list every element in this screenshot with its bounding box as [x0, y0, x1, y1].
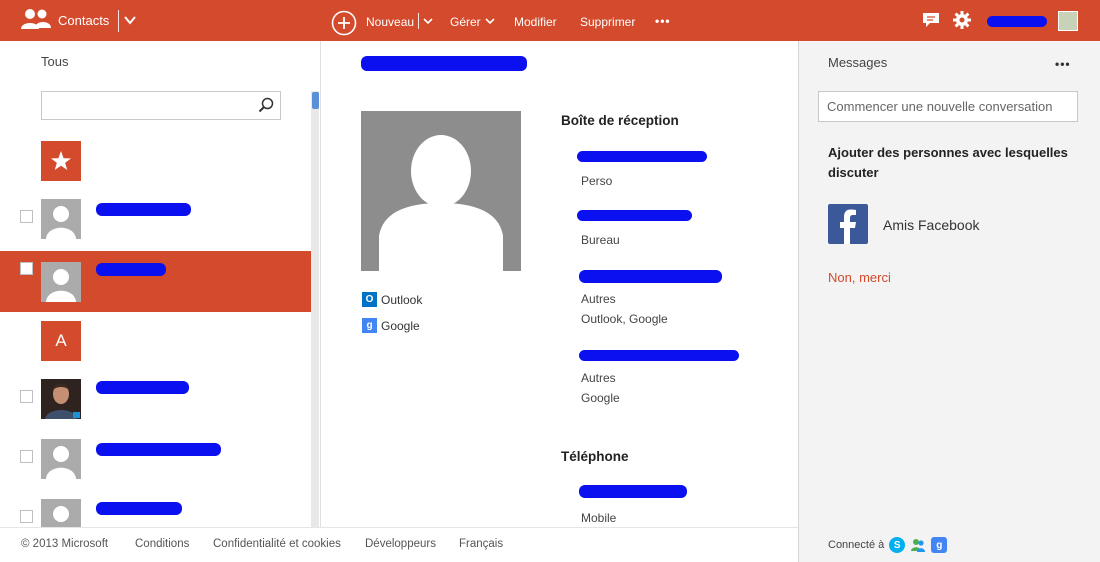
redacted-contact-title: [361, 56, 527, 71]
outlook-icon: O: [362, 292, 377, 307]
google-icon[interactable]: g: [931, 537, 948, 553]
avatar: [41, 439, 81, 479]
search-icon[interactable]: [258, 97, 274, 113]
checkbox[interactable]: [20, 210, 33, 223]
chevron-down-icon[interactable]: [123, 13, 137, 27]
ellipsis-icon[interactable]: •••: [1055, 57, 1071, 71]
scrollbar-thumb[interactable]: [312, 92, 319, 109]
footer: © 2013 Microsoft Conditions Confidential…: [0, 527, 798, 562]
no-thanks-link[interactable]: Non, merci: [828, 270, 891, 285]
google-icon: g: [362, 318, 377, 333]
contact-row-selected[interactable]: [0, 251, 311, 312]
checkbox[interactable]: [20, 262, 33, 275]
phone-type: Mobile: [581, 511, 617, 525]
chat-icon[interactable]: [922, 12, 940, 28]
contact-row[interactable]: [0, 371, 311, 432]
avatar: [41, 262, 81, 302]
source-outlook[interactable]: O Outlook: [362, 292, 422, 307]
redacted-contact-name: [96, 443, 221, 456]
new-conversation-input[interactable]: Commencer une nouvelle conversation: [818, 91, 1078, 122]
avatar[interactable]: [1058, 11, 1078, 31]
checkbox[interactable]: [20, 450, 33, 463]
skype-icon[interactable]: S: [889, 537, 906, 553]
redacted-contact-name: [96, 203, 191, 216]
phone-section-title: Téléphone: [561, 449, 629, 464]
language-link[interactable]: Français: [459, 538, 503, 550]
manage-menu[interactable]: Gérer: [450, 15, 481, 29]
source-google[interactable]: g Google: [362, 318, 420, 333]
source-label: Outlook: [381, 292, 423, 307]
email-type: Autres: [581, 371, 616, 385]
facebook-friends-link[interactable]: Amis Facebook: [883, 217, 979, 233]
email-type: Perso: [581, 174, 613, 188]
connected-label: Connecté à: [828, 539, 885, 551]
redacted-contact-name: [96, 381, 189, 394]
plus-circle-icon[interactable]: [331, 10, 357, 36]
avatar: [41, 379, 81, 419]
delete-button[interactable]: Supprimer: [580, 15, 635, 29]
avatar: [41, 499, 81, 527]
contact-row[interactable]: [0, 491, 311, 527]
new-button[interactable]: Nouveau: [366, 15, 414, 29]
gear-icon[interactable]: [953, 11, 971, 29]
messages-title: Messages: [828, 55, 888, 70]
facebook-icon[interactable]: [828, 204, 868, 244]
chevron-down-icon[interactable]: [485, 16, 495, 26]
avatar: [41, 199, 81, 239]
email-sources: Google: [581, 391, 620, 405]
star-icon: [51, 151, 71, 170]
redacted-email[interactable]: [579, 270, 722, 283]
redacted-email[interactable]: [577, 210, 692, 221]
redacted-phone[interactable]: [579, 485, 687, 498]
email-type: Bureau: [581, 233, 620, 247]
redacted-contact-name: [96, 502, 182, 515]
favorites-tile[interactable]: [41, 141, 81, 181]
contact-row[interactable]: [0, 431, 311, 492]
redacted-email[interactable]: [579, 350, 739, 361]
redacted-contact-name: [96, 263, 166, 276]
contact-photo: [361, 111, 521, 271]
edit-button[interactable]: Modifier: [514, 15, 557, 29]
messages-pane: Messages ••• Commencer une nouvelle conv…: [798, 41, 1100, 562]
copyright: © 2013 Microsoft: [21, 538, 109, 550]
email-sources: Outlook, Google: [581, 312, 668, 326]
checkbox[interactable]: [20, 390, 33, 403]
email-type: Autres: [581, 292, 616, 306]
checkbox[interactable]: [20, 510, 33, 523]
connected-services: Connecté à S g: [828, 537, 948, 553]
top-bar: Contacts Nouveau Gérer Modifier Supprime…: [0, 0, 1100, 41]
app-title[interactable]: Contacts: [58, 13, 109, 28]
people-icon[interactable]: [21, 8, 51, 30]
divider: [118, 10, 119, 32]
contact-details-pane: O Outlook g Google Boîte de réception Pe…: [321, 41, 798, 527]
source-label: Google: [381, 318, 420, 333]
developers-link[interactable]: Développeurs: [365, 538, 436, 550]
divider: [418, 13, 419, 29]
scrollbar[interactable]: [311, 91, 319, 527]
chevron-down-icon[interactable]: [423, 16, 433, 26]
letter-group-tile[interactable]: A: [41, 321, 81, 361]
inbox-section-title: Boîte de réception: [561, 113, 679, 128]
filter-label[interactable]: Tous: [41, 54, 68, 69]
messenger-icon[interactable]: [910, 537, 926, 553]
contact-row[interactable]: [0, 191, 311, 252]
privacy-link[interactable]: Confidentialité et cookies: [213, 538, 341, 550]
redacted-email[interactable]: [577, 151, 707, 162]
redacted-username[interactable]: [987, 16, 1047, 27]
add-people-text: Ajouter des personnes avec lesquelles di…: [828, 145, 1068, 180]
search-input[interactable]: [41, 91, 281, 120]
ellipsis-icon[interactable]: •••: [655, 14, 671, 28]
contact-list-pane: Tous A: [0, 41, 321, 527]
terms-link[interactable]: Conditions: [135, 538, 189, 550]
